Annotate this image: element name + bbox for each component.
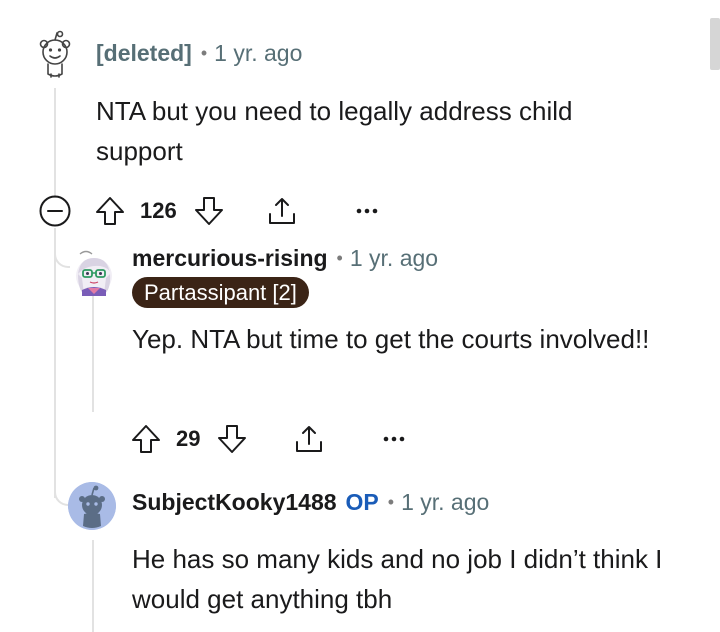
comment-actions: 126 <box>38 194 379 228</box>
username[interactable]: mercurious-rising <box>132 245 328 272</box>
username[interactable]: [deleted] <box>96 40 192 67</box>
thread-line[interactable] <box>92 540 94 632</box>
timestamp: 1 yr. ago <box>349 245 439 271</box>
thread-branch-line <box>54 246 70 268</box>
thread-line[interactable] <box>54 228 56 498</box>
comment-body: Yep. NTA but time to get the courts invo… <box>132 324 650 354</box>
share-icon[interactable] <box>265 194 299 228</box>
vote-score: 29 <box>176 426 201 451</box>
comment-body: NTA but you need to legally address chil… <box>96 96 573 166</box>
separator-dot: • <box>336 248 343 268</box>
reddit-snoo-outline-icon <box>36 30 74 80</box>
user-flair: Partassipant [2] <box>132 277 309 308</box>
vote-score: 126 <box>140 198 177 223</box>
thread-line[interactable] <box>54 88 56 198</box>
collapse-minus-icon[interactable] <box>38 194 72 228</box>
separator-dot: • <box>387 492 395 512</box>
share-icon[interactable] <box>292 422 326 456</box>
more-horizontal-icon[interactable] <box>355 206 379 216</box>
comment-meta: mercurious-rising • 1 yr. ago <box>132 245 438 272</box>
anime-character-avatar-icon[interactable] <box>70 248 114 298</box>
arrow-down-icon[interactable] <box>216 423 248 455</box>
arrow-up-icon[interactable] <box>130 423 162 455</box>
reddit-snoo-avatar-icon[interactable] <box>68 482 116 530</box>
thread-line[interactable] <box>92 292 94 412</box>
separator-dot: • <box>200 43 208 63</box>
scrollbar-thumb[interactable] <box>710 18 720 70</box>
more-horizontal-icon[interactable] <box>382 434 406 444</box>
comment-meta: [deleted] • 1 yr. ago <box>96 40 302 67</box>
arrow-down-icon[interactable] <box>193 195 225 227</box>
comment-thread: [deleted] • 1 yr. ago NTA but you need t… <box>0 0 720 632</box>
timestamp: 1 yr. ago <box>214 40 303 66</box>
comment-actions: 29 <box>130 422 406 456</box>
arrow-up-icon[interactable] <box>94 195 126 227</box>
username[interactable]: SubjectKooky1488 <box>132 489 337 516</box>
comment-body: He has so many kids and no job I didn’t … <box>132 544 663 614</box>
comment-meta: SubjectKooky1488 OP • 1 yr. ago <box>132 489 489 516</box>
timestamp: 1 yr. ago <box>401 489 490 515</box>
op-badge: OP <box>345 489 379 515</box>
